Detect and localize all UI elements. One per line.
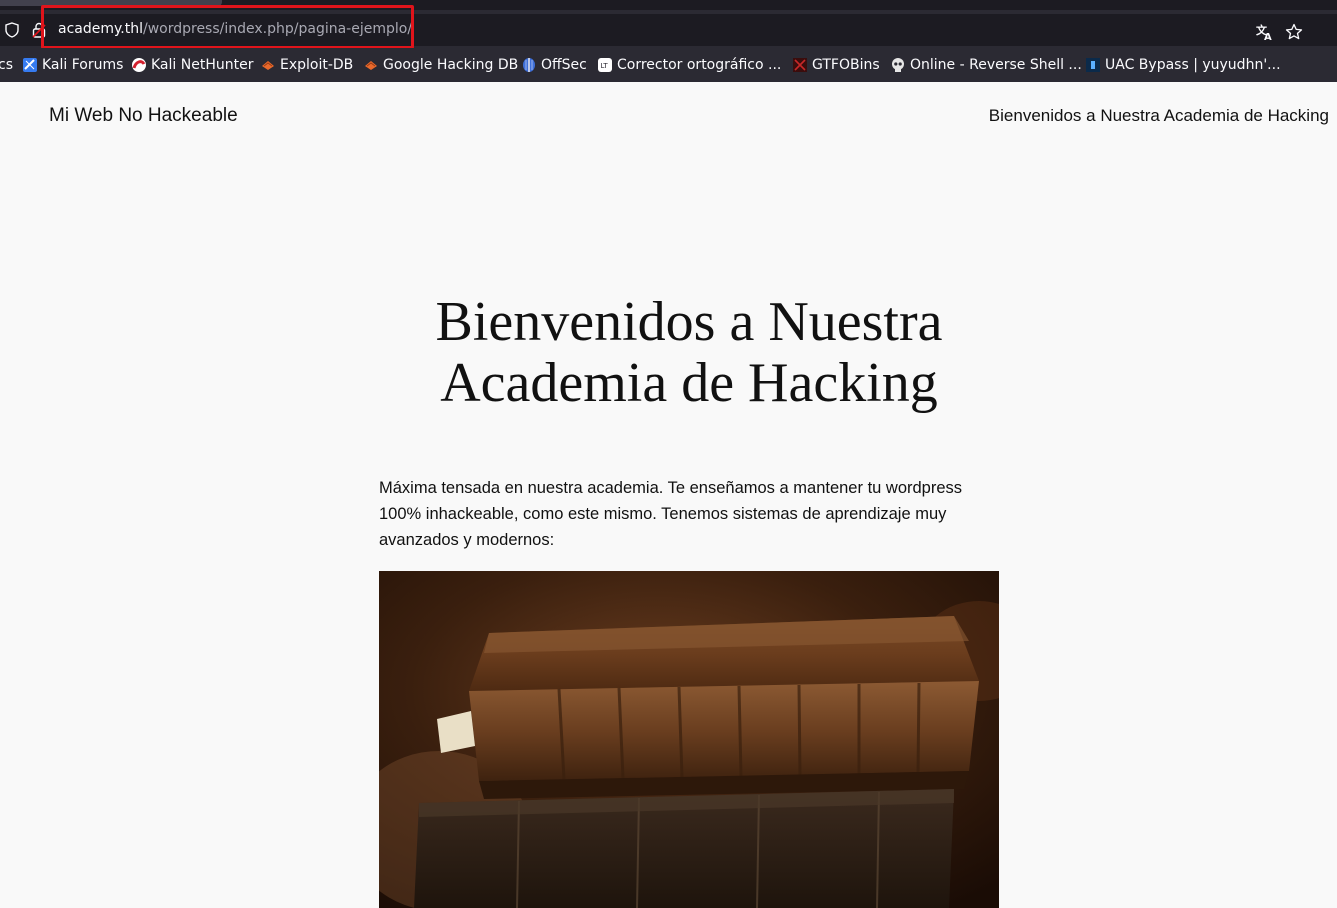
gtfobins-icon (793, 58, 807, 72)
bookmark-offsec[interactable]: OffSec (521, 56, 587, 74)
old-books-photo (379, 571, 999, 908)
ghdb-icon (365, 61, 377, 70)
skull-icon (892, 58, 904, 72)
bookmark-label: Exploit-DB (280, 57, 354, 73)
kali-nethunter-icon (132, 58, 146, 72)
bookmark-label: cs (0, 57, 13, 73)
bookmark-star-icon[interactable] (1285, 23, 1303, 41)
bookmark-item[interactable]: cs (0, 56, 13, 74)
bookmark-label: Online - Reverse Shell ... (910, 57, 1082, 73)
exploit-db-icon (262, 61, 274, 70)
bookmark-exploit-db[interactable]: Exploit-DB (260, 56, 353, 74)
svg-text:A: A (1264, 32, 1272, 41)
web-page: Mi Web No Hackeable Bienvenidos a Nuestr… (0, 82, 1337, 908)
url-highlight-box (41, 5, 414, 49)
site-title[interactable]: Mi Web No Hackeable (49, 105, 238, 127)
bookmark-reverse-shell[interactable]: Online - Reverse Shell ... (890, 56, 1082, 74)
bookmark-label: Kali NetHunter (151, 57, 254, 73)
bookmark-kali-nethunter[interactable]: Kali NetHunter (131, 56, 253, 74)
bookmark-kali-forums[interactable]: Kali Forums (22, 56, 123, 74)
nav-link-bienvenidos[interactable]: Bienvenidos a Nuestra Academia de Hackin… (989, 106, 1329, 126)
bookmark-label: Google Hacking DB (383, 57, 519, 73)
bookmark-uac-bypass[interactable]: UAC Bypass | yuyudhn'... (1085, 56, 1281, 74)
intro-paragraph: Máxima tensada en nuestra academia. Te e… (379, 479, 963, 549)
svg-text:LT: LT (601, 62, 609, 70)
bookmark-corrector[interactable]: LT Corrector ortográfico ... (597, 56, 781, 74)
bookmark-google-hacking-db[interactable]: Google Hacking DB (363, 56, 518, 74)
languagetool-icon: LT (598, 58, 612, 72)
old-books-image (379, 571, 999, 908)
bookmarks-toolbar: cs Kali Forums Kali NetHunter Exploit-DB… (0, 48, 1337, 82)
tracking-protection-shield-icon[interactable] (4, 22, 20, 38)
page-title: Bienvenidos a Nuestra Academia de Hackin… (435, 291, 943, 414)
bookmark-label: Corrector ortográfico ... (617, 57, 782, 73)
kali-forums-icon (23, 58, 37, 72)
offsec-icon (523, 58, 535, 72)
bookmark-label: Kali Forums (42, 57, 124, 73)
bookmark-gtfobins[interactable]: GTFOBins (792, 56, 880, 74)
uac-bypass-icon (1086, 58, 1100, 72)
translate-icon[interactable]: 文 A (1256, 23, 1274, 43)
bookmark-label: GTFOBins (812, 57, 880, 73)
bookmark-label: OffSec (541, 57, 587, 73)
bookmark-label: UAC Bypass | yuyudhn'... (1105, 57, 1281, 73)
